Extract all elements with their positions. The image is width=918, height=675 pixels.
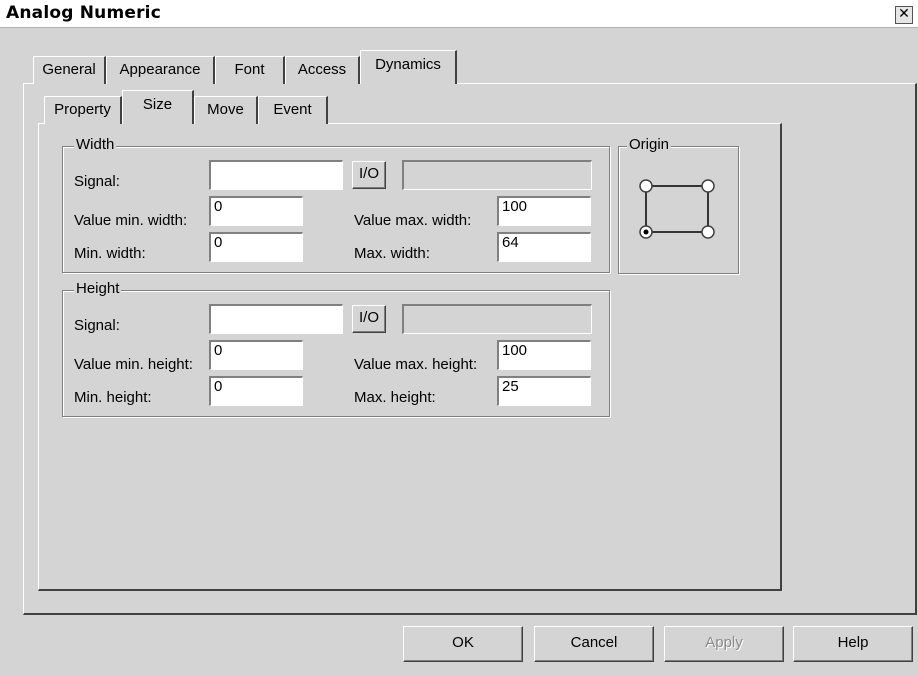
- subtab-move[interactable]: Move: [194, 96, 258, 124]
- height-max-field[interactable]: 25: [497, 376, 591, 406]
- apply-button[interactable]: Apply: [664, 626, 784, 662]
- height-value-min-field[interactable]: 0: [209, 340, 303, 370]
- help-button[interactable]: Help: [793, 626, 913, 662]
- window-title: Analog Numeric: [6, 3, 161, 23]
- cancel-button[interactable]: Cancel: [534, 626, 654, 662]
- width-io-button[interactable]: I/O: [352, 161, 386, 189]
- height-max-label: Max. height:: [354, 389, 436, 406]
- origin-group-legend: Origin: [627, 136, 672, 153]
- height-signal-address: [402, 304, 592, 334]
- width-min-field[interactable]: 0: [209, 232, 303, 262]
- tab-font[interactable]: Font: [215, 56, 285, 84]
- width-signal-address: [402, 160, 592, 190]
- height-value-max-field[interactable]: 100: [497, 340, 591, 370]
- origin-selector: [639, 179, 715, 239]
- ok-button[interactable]: OK: [403, 626, 523, 662]
- subtab-size[interactable]: Size: [122, 90, 194, 124]
- height-value-max-label: Value max. height:: [354, 356, 478, 373]
- origin-radio-selected-dot: [643, 229, 649, 235]
- height-value-min-label: Value min. height:: [74, 356, 193, 373]
- subtab-event[interactable]: Event: [258, 96, 328, 124]
- origin-radio-top-left[interactable]: [639, 179, 653, 193]
- width-group-legend: Width: [74, 136, 117, 153]
- origin-radio-bottom-right[interactable]: [701, 225, 715, 239]
- subtab-property[interactable]: Property: [44, 96, 122, 124]
- tab-general[interactable]: General: [33, 56, 106, 84]
- origin-radio-bottom-left[interactable]: [639, 225, 653, 239]
- width-value-max-field[interactable]: 100: [497, 196, 591, 226]
- height-min-label: Min. height:: [74, 389, 152, 406]
- height-io-button[interactable]: I/O: [352, 305, 386, 333]
- width-signal-label: Signal:: [74, 173, 120, 190]
- width-signal-field[interactable]: [209, 160, 343, 190]
- width-value-min-label: Value min. width:: [74, 212, 188, 229]
- height-signal-field[interactable]: [209, 304, 343, 334]
- width-max-field[interactable]: 64: [497, 232, 591, 262]
- tab-dynamics[interactable]: Dynamics: [360, 50, 457, 84]
- height-signal-label: Signal:: [74, 317, 120, 334]
- height-group-legend: Height: [74, 280, 122, 297]
- tab-appearance[interactable]: Appearance: [106, 56, 215, 84]
- width-min-label: Min. width:: [74, 245, 146, 262]
- height-min-field[interactable]: 0: [209, 376, 303, 406]
- width-value-min-field[interactable]: 0: [209, 196, 303, 226]
- origin-radio-top-right[interactable]: [701, 179, 715, 193]
- width-value-max-label: Value max. width:: [354, 212, 472, 229]
- close-icon[interactable]: ✕: [895, 6, 913, 24]
- tab-access[interactable]: Access: [285, 56, 360, 84]
- width-max-label: Max. width:: [354, 245, 430, 262]
